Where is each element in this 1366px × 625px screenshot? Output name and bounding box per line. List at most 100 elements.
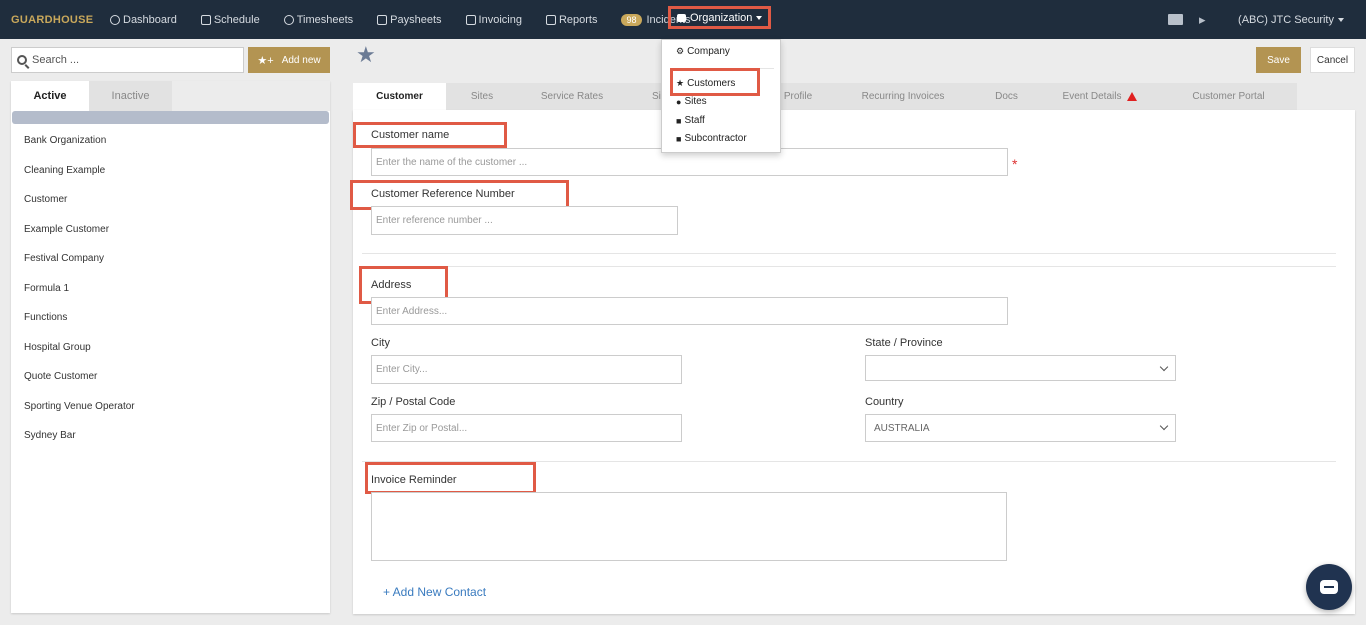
save-button[interactable]: Save	[1256, 47, 1301, 73]
list-item[interactable]: Example Customer	[24, 224, 109, 235]
list-item[interactable]: Bank Organization	[24, 135, 106, 146]
customer-ref-field[interactable]	[371, 206, 678, 235]
invoice-reminder-label: Invoice Reminder	[371, 474, 457, 486]
incidents-badge: 98	[621, 13, 642, 26]
tab-service-rates[interactable]: Service Rates	[518, 83, 626, 110]
list-item[interactable]: Sporting Venue Operator	[24, 401, 135, 412]
list-item[interactable]: Customer	[24, 194, 67, 205]
menu-item-subcontractor[interactable]: ■ Subcontractor	[676, 133, 747, 144]
dashboard-icon	[110, 14, 120, 25]
status-tabs: Active Inactive	[11, 81, 330, 111]
required-marker: *	[1012, 156, 1018, 172]
tab-recurring-invoices[interactable]: Recurring Invoices	[833, 83, 973, 110]
calendar-icon	[200, 14, 211, 25]
customer-tabs: Customer Sites Service Rates Si Profile …	[353, 83, 1297, 110]
list-item[interactable]: Cleaning Example	[24, 165, 105, 176]
nav-invoicing-label: Invoicing	[478, 13, 522, 26]
chat-icon	[1320, 580, 1338, 594]
divider	[362, 266, 1336, 267]
menu-item-staff[interactable]: ■ Staff	[676, 115, 705, 126]
customer-list-panel: Active Inactive Bank Organization Cleani…	[11, 81, 330, 613]
menu-item-staff-label: Staff	[684, 115, 705, 126]
city-field[interactable]	[371, 355, 682, 384]
star-icon: ★	[676, 78, 685, 88]
address-label: Address	[371, 279, 412, 291]
invoice-reminder-textarea[interactable]	[372, 493, 1006, 560]
caret-down-icon	[756, 15, 763, 20]
list-item[interactable]: Formula 1	[24, 283, 69, 294]
customer-ref-label: Customer Reference Number	[371, 188, 515, 200]
nav-organization[interactable]: Organization	[668, 6, 772, 29]
menu-item-sites[interactable]: ● Sites	[676, 96, 707, 107]
customer-ref-input[interactable]	[372, 207, 677, 234]
address-input[interactable]	[372, 298, 1007, 324]
address-field[interactable]	[371, 297, 1008, 325]
envelope-icon[interactable]	[1168, 14, 1184, 25]
favorite-star-icon[interactable]: ★	[356, 44, 376, 66]
divider	[362, 253, 1336, 254]
map-marker-icon: ●	[676, 96, 682, 107]
customer-name-label: Customer name	[371, 129, 450, 141]
gear-icon: ⚙	[676, 46, 685, 56]
list-item[interactable]: Sydney Bar	[24, 430, 76, 441]
money-icon	[377, 14, 388, 25]
list-item[interactable]: Festival Company	[24, 253, 104, 264]
nav-dashboard[interactable]: Dashboard	[110, 14, 177, 26]
menu-item-customers-label: Customers	[687, 78, 736, 89]
nav-reports[interactable]: Reports	[545, 13, 598, 26]
tab-si[interactable]: Si	[626, 83, 662, 110]
organization-icon	[677, 13, 686, 22]
cancel-button[interactable]: Cancel	[1310, 47, 1355, 73]
add-new-label: Add new	[281, 54, 321, 66]
megaphone-icon[interactable]: ▸	[1199, 13, 1214, 26]
user-icon: ■	[676, 115, 682, 126]
add-new-contact-link[interactable]: + Add New Contact	[383, 585, 486, 599]
nav-schedule[interactable]: Schedule	[200, 13, 260, 26]
chat-button[interactable]	[1306, 564, 1352, 610]
list-item[interactable]: Quote Customer	[24, 371, 97, 382]
table-icon	[545, 14, 556, 25]
nav-dashboard-label: Dashboard	[123, 13, 177, 26]
search-field[interactable]	[11, 47, 244, 73]
tab-inactive[interactable]: Inactive	[89, 81, 172, 111]
nav-timesheets-label: Timesheets	[296, 13, 354, 26]
caret-down-icon	[1338, 17, 1344, 22]
account-label: (ABC) JTC Security	[1238, 13, 1334, 26]
nav-organization-label: Organization	[690, 11, 753, 24]
city-label: City	[371, 337, 390, 349]
zip-label: Zip / Postal Code	[371, 396, 456, 408]
city-input[interactable]	[372, 356, 681, 383]
add-new-button[interactable]: ★+ Add new	[248, 47, 330, 73]
nav-timesheets[interactable]: Timesheets	[283, 13, 354, 26]
tab-active[interactable]: Active	[11, 81, 89, 111]
tab-sites[interactable]: Sites	[446, 83, 518, 110]
guardhouse-logo[interactable]: GUARDHOUSE	[11, 14, 110, 26]
search-icon	[17, 55, 27, 65]
list-item[interactable]: Functions	[24, 312, 67, 323]
account-menu[interactable]: (ABC) JTC Security	[1238, 14, 1344, 26]
zip-input[interactable]	[372, 415, 681, 441]
zip-field[interactable]	[371, 414, 682, 442]
invoice-reminder-field[interactable]	[371, 492, 1007, 561]
nav-reports-label: Reports	[558, 13, 598, 26]
tab-customer[interactable]: Customer	[353, 83, 446, 110]
warning-icon	[1127, 92, 1138, 101]
nav-right: ▸ (ABC) JTC Security	[1168, 0, 1366, 39]
country-select-value: AUSTRALIA	[874, 423, 930, 434]
nav-paysheets[interactable]: Paysheets	[377, 14, 442, 26]
tab-customer-portal[interactable]: Customer Portal	[1160, 83, 1297, 110]
nav-invoicing[interactable]: Invoicing	[465, 13, 522, 26]
menu-item-company[interactable]: ⚙ Company	[676, 46, 730, 57]
tab-event-details[interactable]: Event Details	[1040, 83, 1160, 110]
state-select[interactable]	[865, 355, 1176, 381]
chevron-down-icon	[1159, 362, 1169, 372]
nav-schedule-label: Schedule	[213, 13, 260, 26]
search-input[interactable]	[32, 54, 232, 66]
tab-docs[interactable]: Docs	[973, 83, 1040, 110]
state-label: State / Province	[865, 337, 943, 349]
country-select[interactable]: AUSTRALIA	[865, 414, 1176, 442]
list-item[interactable]: Hospital Group	[24, 342, 91, 353]
user-icon: ■	[676, 133, 682, 144]
menu-item-customers[interactable]: ★ Customers	[676, 78, 735, 89]
chevron-down-icon	[1159, 421, 1169, 431]
